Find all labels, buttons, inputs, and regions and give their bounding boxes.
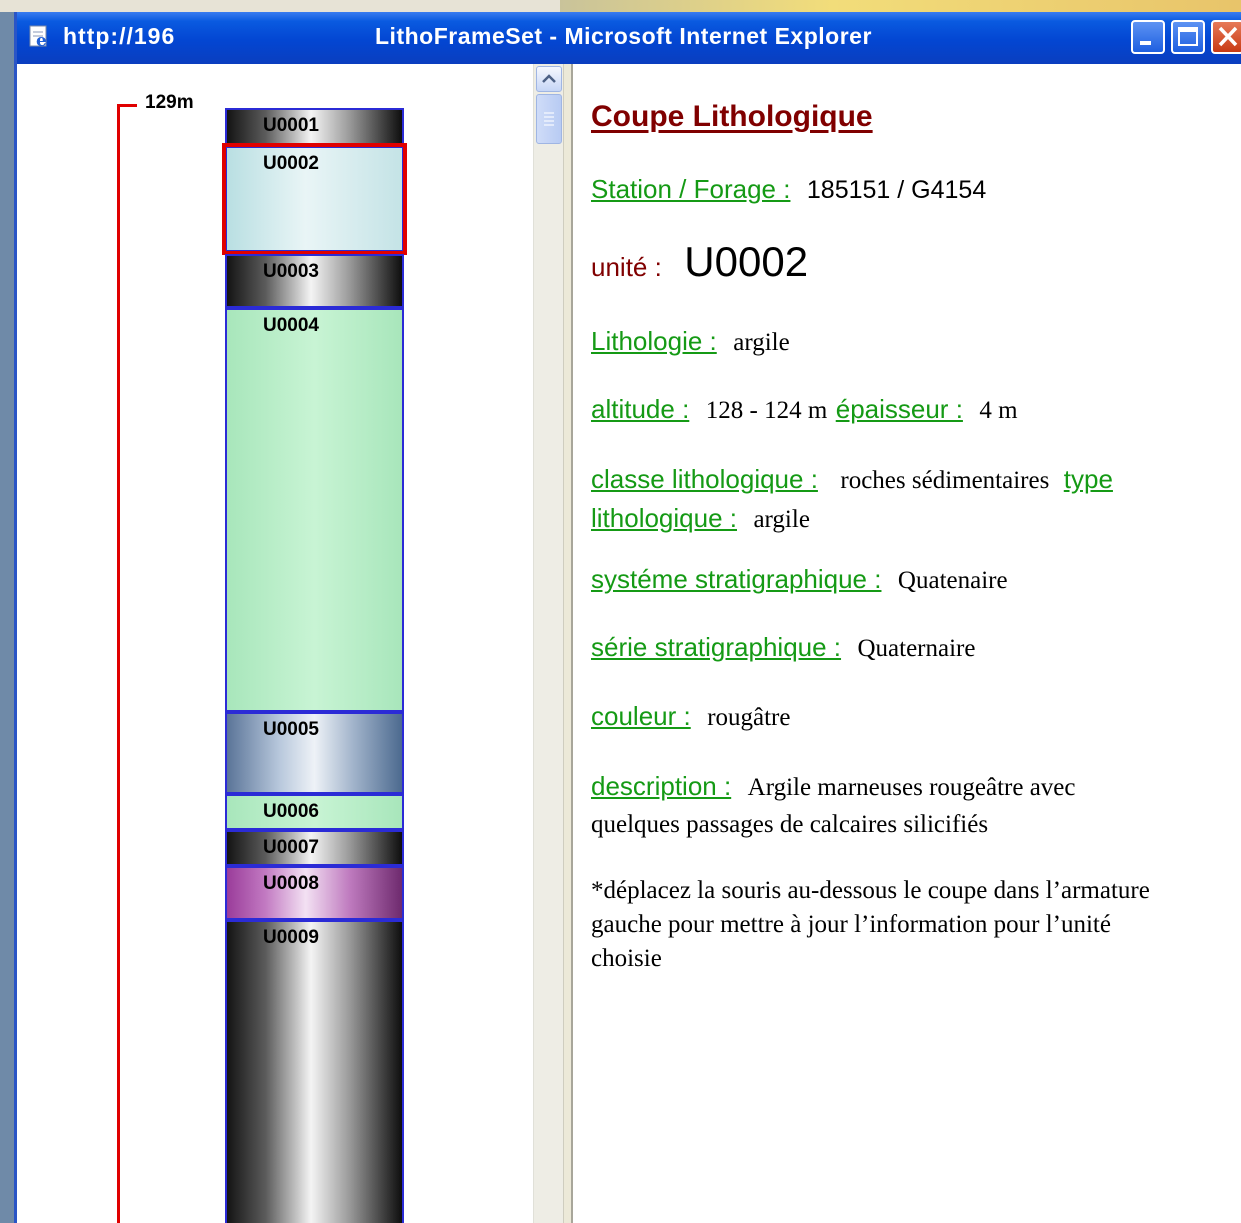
unit-block-u0002[interactable]: U0002 <box>222 143 407 255</box>
type-value: argile <box>753 506 810 533</box>
ie-page-icon: e <box>29 25 47 48</box>
note-line3: choisie <box>591 945 662 972</box>
systeme-value: Quatenaire <box>897 567 1008 594</box>
unit-label: U0007 <box>263 837 319 858</box>
lithologie-label[interactable]: Lithologie : <box>591 326 717 356</box>
grip-icon <box>544 112 554 126</box>
scroll-up-button[interactable] <box>536 66 562 92</box>
unit-label: U0006 <box>263 801 319 822</box>
station-label[interactable]: Station / Forage : <box>591 174 790 204</box>
frame-divider[interactable] <box>563 64 573 1223</box>
unit-block-u0009[interactable]: U0009 <box>225 920 404 1223</box>
top-depth-label: 129m <box>145 92 194 113</box>
depth-axis-line <box>117 104 120 1223</box>
type-label-part1[interactable]: type <box>1064 464 1113 494</box>
title-bar[interactable]: e http://196 LithoFrameSet - Microsoft I… <box>17 12 1241 64</box>
couleur-row: couleur : rougâtre <box>591 701 790 732</box>
chevron-up-icon <box>542 74 556 83</box>
note-line1: *déplacez la souris au-dessous le coupe … <box>591 877 1150 904</box>
lithologie-value: argile <box>733 329 790 356</box>
background-map <box>560 0 1241 12</box>
window-title: LithoFrameSet - Microsoft Internet Explo… <box>375 23 872 49</box>
unite-row: unité : U0002 <box>591 238 808 286</box>
unit-label: U0005 <box>263 719 319 740</box>
classe-type-row: classe lithologique : roches sédimentair… <box>591 462 1231 540</box>
svg-text:e: e <box>36 31 47 48</box>
unit-block-u0005[interactable]: U0005 <box>225 712 404 794</box>
close-button[interactable] <box>1211 20 1241 54</box>
classe-label[interactable]: classe lithologique : <box>591 464 818 494</box>
description-row: description : Argile marneuses rougeâtre… <box>591 769 1231 845</box>
serie-value: Quaternaire <box>857 635 976 662</box>
serie-row: série stratigraphique : Quaternaire <box>591 632 975 663</box>
minimize-button[interactable] <box>1131 20 1165 54</box>
description-label[interactable]: description : <box>591 771 731 801</box>
unit-label: U0004 <box>263 315 319 336</box>
systeme-row: systéme stratigraphique : Quatenaire <box>591 564 1008 595</box>
unit-block-u0003[interactable]: U0003 <box>225 254 404 308</box>
couleur-label[interactable]: couleur : <box>591 701 691 731</box>
unit-block-u0001[interactable]: U0001 <box>225 108 404 146</box>
unit-label: U0003 <box>263 261 319 282</box>
unit-block-u0008[interactable]: U0008 <box>225 866 404 920</box>
serie-label[interactable]: série stratigraphique : <box>591 632 841 662</box>
info-frame: Coupe Lithologique Station / Forage : 18… <box>573 64 1241 1223</box>
page-title: Coupe Lithologique <box>591 100 873 133</box>
scroll-thumb[interactable] <box>536 94 562 144</box>
minimize-icon <box>1140 41 1151 45</box>
unite-label: unité : <box>591 252 662 282</box>
lithologie-row: Lithologie : argile <box>591 326 790 357</box>
altitude-row: altitude : 128 - 124 m épaisseur : 4 m <box>591 394 1018 425</box>
unit-label: U0008 <box>263 873 319 894</box>
station-row: Station / Forage : 185151 / G4154 <box>591 174 986 205</box>
browser-client-area: 129m U0001 U0002 U0003 U0004 U0005 U0006… <box>17 64 1241 1223</box>
epaisseur-value: 4 m <box>979 397 1018 424</box>
unit-block-u0004[interactable]: U0004 <box>225 308 404 712</box>
unit-label: U0002 <box>263 153 319 174</box>
unit-block-u0006[interactable]: U0006 <box>225 794 404 830</box>
ie-window: e http://196 LithoFrameSet - Microsoft I… <box>14 12 1241 1223</box>
epaisseur-label[interactable]: épaisseur : <box>836 394 963 424</box>
depth-axis-tick <box>117 104 137 107</box>
couleur-value: rougâtre <box>707 704 791 731</box>
note-line2: gauche pour mettre à jour l’information … <box>591 911 1111 938</box>
maximize-icon <box>1178 27 1198 46</box>
maximize-button[interactable] <box>1171 20 1205 54</box>
vertical-scrollbar[interactable] <box>533 64 564 1223</box>
close-icon <box>1218 26 1238 47</box>
station-value: 185151 / G4154 <box>806 176 987 204</box>
window-url: http://196 <box>63 23 176 49</box>
unit-label: U0009 <box>263 927 319 948</box>
unit-label: U0001 <box>263 115 319 136</box>
systeme-label[interactable]: systéme stratigraphique : <box>591 564 881 594</box>
altitude-value: 128 - 124 m <box>705 397 828 424</box>
type-label-part2[interactable]: lithologique : <box>591 503 737 533</box>
unite-value: U0002 <box>684 238 809 285</box>
litho-column-frame: 129m U0001 U0002 U0003 U0004 U0005 U0006… <box>23 64 533 1223</box>
classe-value: roches sédimentaires <box>840 467 1050 494</box>
unit-block-u0007[interactable]: U0007 <box>225 830 404 866</box>
desktop-background <box>0 0 1241 12</box>
description-value-line2: quelques passages de calcaires silicifié… <box>591 811 989 838</box>
description-value-line1: Argile marneuses rougeâtre avec <box>747 774 1076 801</box>
instruction-note: *déplacez la souris au-dessous le coupe … <box>591 874 1231 976</box>
altitude-label[interactable]: altitude : <box>591 394 689 424</box>
